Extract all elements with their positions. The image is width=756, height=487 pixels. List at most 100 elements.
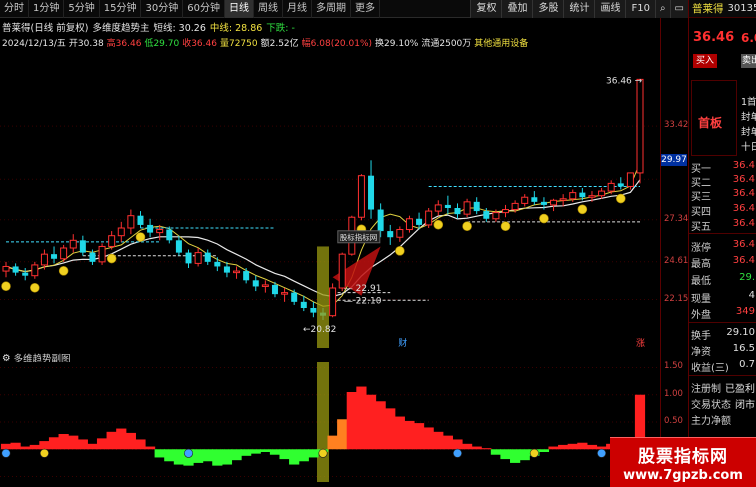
timeframe-tab-8[interactable]: 月线	[283, 0, 312, 18]
mid-line-value: 中线: 28.86	[209, 23, 263, 34]
stock-code: 301353	[727, 3, 756, 14]
osc-bar-42	[404, 420, 415, 450]
quote-row-value: 29.	[739, 272, 755, 283]
osc-bar-46	[442, 435, 453, 450]
candle-body-24	[233, 270, 241, 274]
candle-body-55	[531, 197, 538, 202]
candle-body-42	[405, 218, 413, 231]
osc-bar-5	[48, 437, 60, 450]
osc-bar-18	[173, 449, 185, 465]
quote-row-8: 现量 4	[691, 290, 756, 305]
candle-body-44	[425, 210, 433, 226]
quote-row-label: 换手	[691, 331, 711, 342]
osc-tick-0: 1.50	[664, 361, 683, 372]
timeframe-tab-9[interactable]: 多周期	[312, 0, 351, 18]
price-tick-2: 24.61	[664, 255, 689, 266]
timeframe-tab-7[interactable]: 周线	[254, 0, 283, 18]
candle-body-53	[511, 202, 519, 211]
osc-bar-4	[39, 441, 50, 450]
stock-name[interactable]: 普莱得	[689, 1, 724, 16]
osc-bar-26	[250, 449, 261, 454]
candle-body-39	[377, 209, 384, 232]
candle-body-59	[569, 192, 577, 200]
indicator-name[interactable]: 多维度趋势主	[92, 20, 149, 34]
osc-bar-15	[144, 446, 156, 450]
quote-row-label: 最低	[691, 276, 711, 287]
candle-body-21	[204, 252, 211, 262]
bar-turnover: 换29.10%	[375, 38, 419, 49]
watermark-url: www.7gpzb.com	[623, 468, 743, 483]
quote-row-value: 36.4	[732, 203, 755, 214]
candle-body-50	[483, 211, 490, 219]
tool-button-3[interactable]: 统计	[563, 0, 595, 18]
candle-body-52	[502, 209, 510, 214]
limit-up-detail-3: 十日	[741, 142, 756, 153]
osc-bar-29	[279, 449, 290, 460]
float-shares: 流通2500万	[421, 38, 472, 49]
candle-body-38	[368, 175, 375, 210]
site-label-text: 股标指标网	[340, 232, 378, 242]
tool-button-4[interactable]: 画线	[594, 0, 626, 18]
quote-row-value: 36.4	[732, 239, 755, 250]
osc-marker-6	[597, 448, 607, 458]
osc-bar-6	[58, 434, 69, 450]
quote-row-value: 349	[735, 306, 755, 317]
timeframe-tab-10[interactable]: 更多	[351, 0, 380, 18]
zhang-flag: 涨	[636, 338, 645, 348]
osc-bar-2	[20, 446, 31, 450]
quote-row-label: 净资	[691, 347, 711, 358]
quote-info-line: 2024/12/13/五 开30.38 高36.46 低29.70 收36.46…	[2, 35, 528, 49]
quote-row-10: 换手 29.10	[691, 327, 756, 342]
short-line-value: 短线: 30.26	[153, 23, 206, 34]
search-icon[interactable]: ⌕	[654, 0, 670, 18]
bar-low: 低29.70	[144, 38, 180, 49]
timeframe-tab-2[interactable]: 5分钟	[64, 0, 100, 18]
smiley-marker-0	[1, 281, 11, 292]
timeframe-tab-6[interactable]: 日线	[224, 0, 254, 18]
sector-name[interactable]: 其他通用设备	[474, 36, 528, 49]
osc-marker-1	[39, 448, 49, 458]
osc-bar-41	[394, 416, 405, 450]
quote-header: 普莱得 301353	[689, 0, 756, 18]
osc-bar-52	[500, 449, 511, 460]
osc-bar-58	[558, 444, 569, 450]
sell-button[interactable]: 卖出	[741, 54, 756, 68]
tool-buttons: 复权 叠加 多股 统计 画线 F10 ⌕ ▭	[470, 0, 688, 18]
osc-bar-28	[269, 449, 281, 455]
tool-button-2[interactable]: 多股	[532, 0, 564, 18]
buy-button[interactable]: 买入	[693, 54, 717, 68]
osc-bar-21	[202, 449, 213, 462]
candle-body-63	[607, 182, 615, 192]
osc-bar-44	[423, 427, 434, 450]
tool-button-1[interactable]: 叠加	[501, 0, 533, 18]
bar-volume: 量72750	[219, 38, 258, 49]
tool-button-0[interactable]: 复权	[470, 0, 502, 18]
timeframe-tab-5[interactable]: 60分钟	[183, 0, 225, 18]
osc-bar-17	[164, 449, 175, 462]
timeframe-tab-4[interactable]: 30分钟	[141, 0, 184, 18]
osc-bar-36	[346, 392, 357, 450]
timeframe-tab-3[interactable]: 15分钟	[100, 0, 142, 18]
quote-row-label: 买一	[691, 164, 711, 175]
quote-row-value: 36.4	[732, 174, 755, 185]
osc-bar-47	[452, 439, 463, 450]
osc-bar-30	[289, 449, 300, 465]
timeframe-tab-1[interactable]: 1分钟	[29, 0, 65, 18]
quote-row-label: 主力净额	[691, 416, 731, 427]
bar-close: 收36.46	[182, 38, 217, 49]
quote-row-value: 36.4	[732, 218, 755, 229]
candle-body-3	[31, 264, 39, 277]
quote-divider-2	[689, 375, 756, 376]
timeframe-tab-0[interactable]: 分时	[0, 0, 29, 18]
tool-button-5[interactable]: F10	[625, 0, 655, 18]
candle-body-9	[89, 252, 96, 262]
quote-row-label: 注册制	[691, 384, 721, 395]
window-icon[interactable]: ▭	[669, 0, 688, 18]
candle-body-61	[588, 195, 596, 198]
candlestick-chart[interactable]: 36.46 → ←20.82 — 22.91 — 22.10 股标指标网财 涨	[0, 48, 660, 348]
quote-row-label: 交易状态	[691, 400, 731, 411]
oscillator-chart[interactable]	[0, 362, 660, 482]
osc-marker-4	[452, 448, 462, 458]
candle-body-1	[12, 266, 19, 273]
osc-bar-16	[154, 449, 165, 458]
